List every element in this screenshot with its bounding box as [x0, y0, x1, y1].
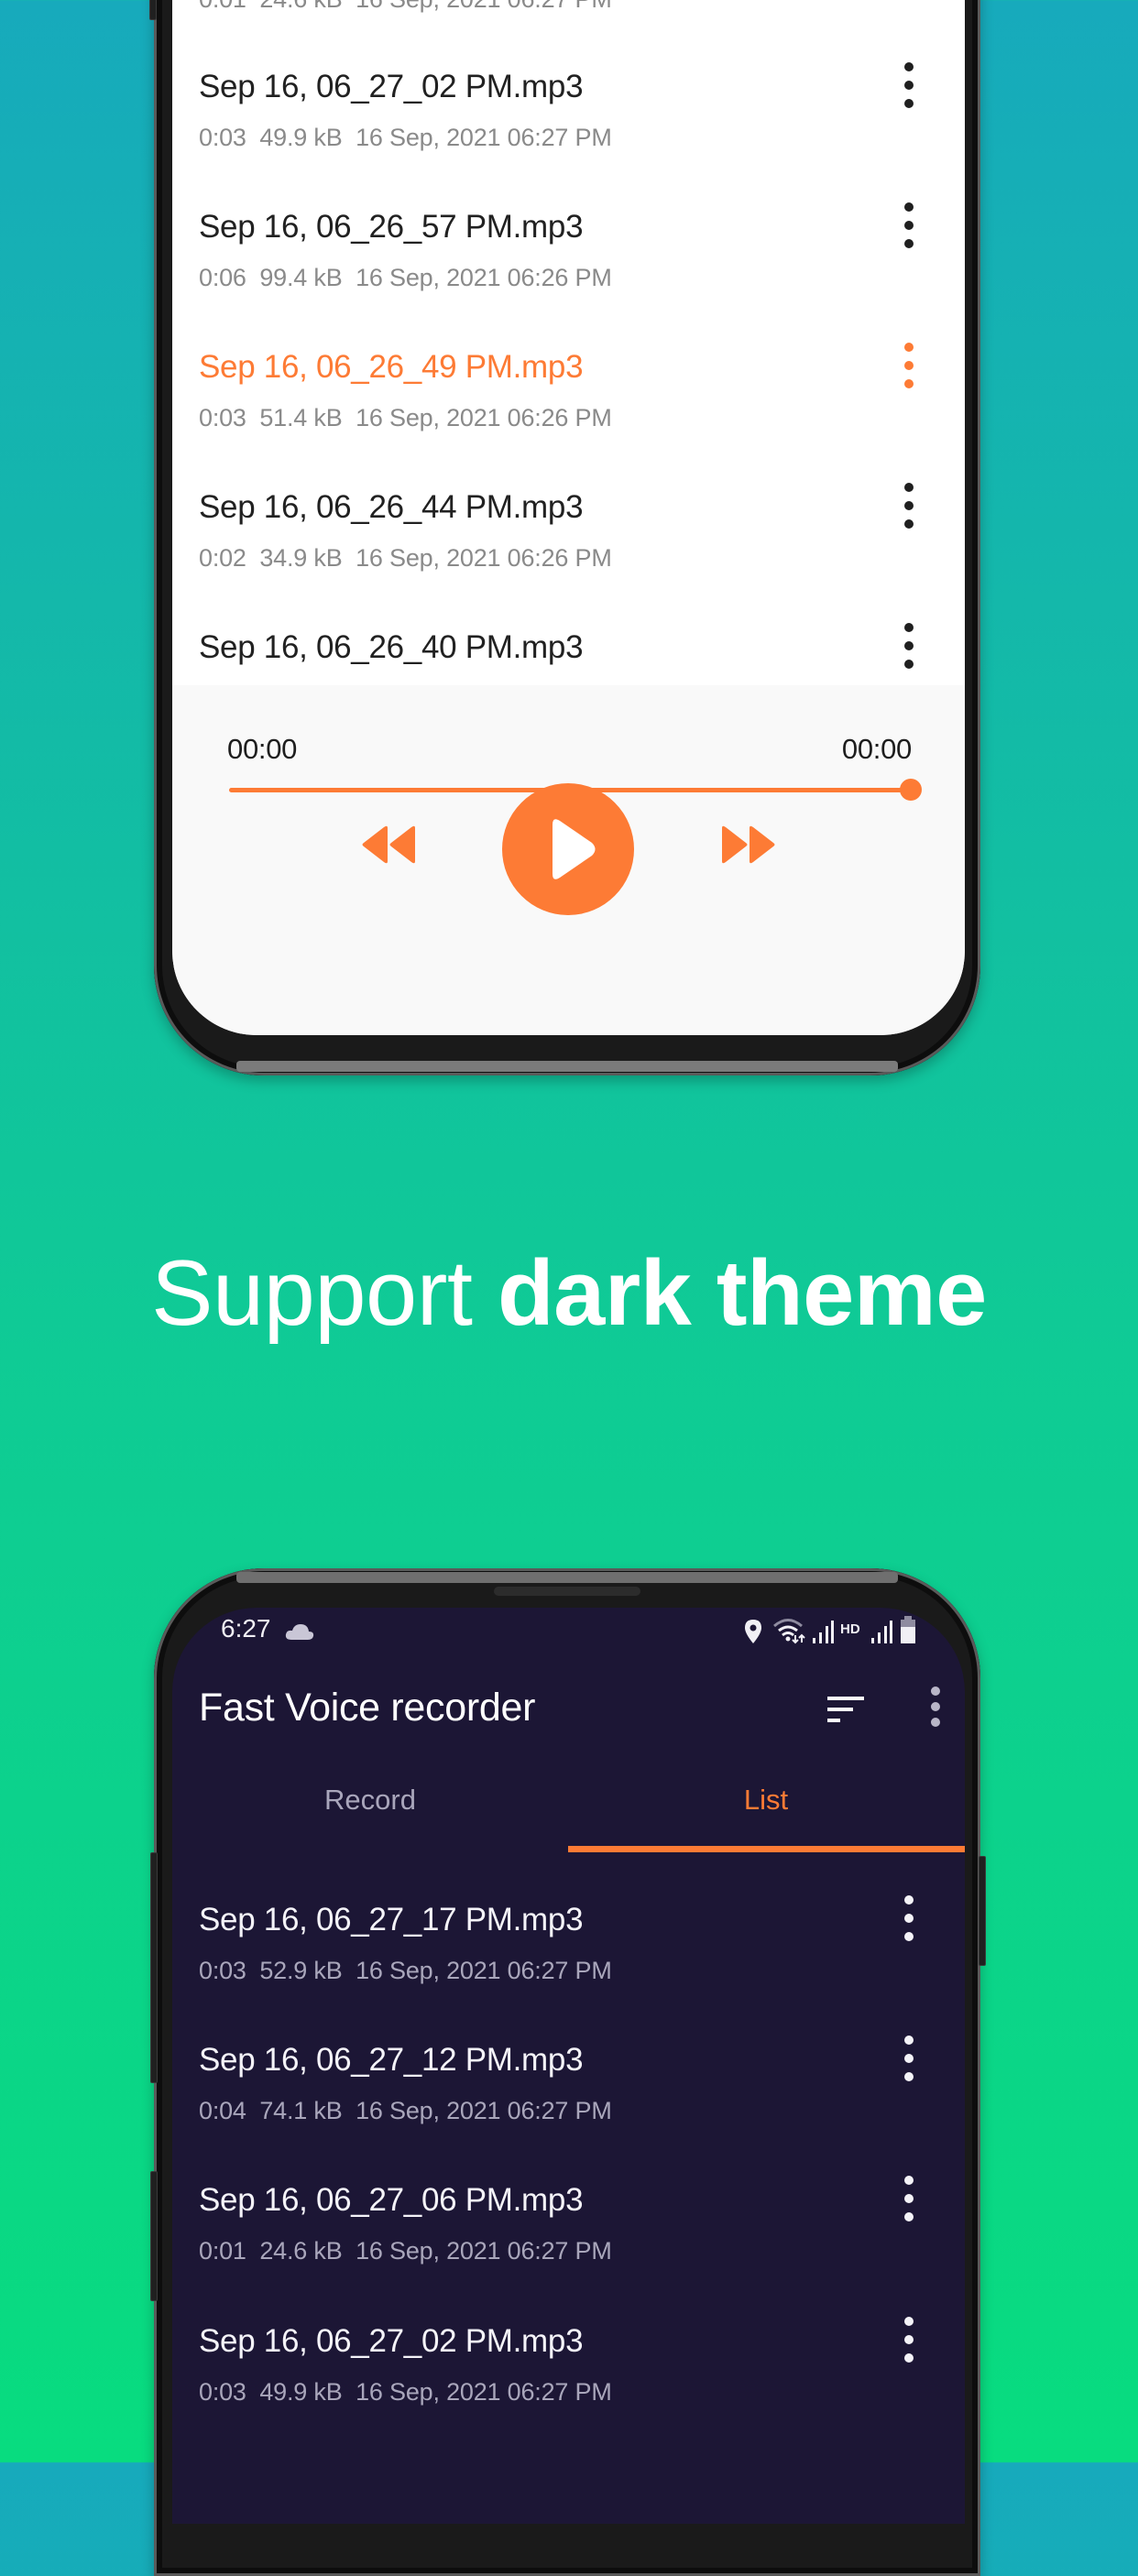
recording-meta: 0:04 74.1 kB 16 Sep, 2021 06:27 PM	[199, 2097, 612, 2124]
recording-name: Sep 16, 06_26_49 PM.mp3	[199, 349, 584, 385]
signal-icon	[871, 1621, 892, 1643]
more-vert-icon[interactable]	[896, 343, 922, 388]
power-button	[979, 1856, 986, 1966]
more-vert-icon[interactable]	[896, 1895, 922, 1941]
headline-bold: dark theme	[497, 1242, 987, 1345]
recording-name: Sep 16, 06_27_06 PM.mp3	[199, 2182, 584, 2218]
more-vert-icon[interactable]	[896, 62, 922, 108]
recording-row[interactable]: Sep 16, 06_26_57 PM.mp3 0:06 99.4 kB 16 …	[172, 191, 965, 331]
signal-icon	[813, 1621, 834, 1643]
partial-row-meta: 0:01 24.6 kB 16 Sep, 2021 06:27 PM	[199, 0, 612, 14]
side-button	[149, 0, 157, 20]
recording-name: Sep 16, 06_26_44 PM.mp3	[199, 489, 584, 525]
recording-row[interactable]: Sep 16, 06_26_44 PM.mp3 0:02 34.9 kB 16 …	[172, 471, 965, 611]
app-title: Fast Voice recorder	[199, 1686, 536, 1730]
recording-row[interactable]: Sep 16, 06_27_02 PM.mp3 0:03 49.9 kB 16 …	[172, 50, 965, 191]
light-phone-screen: 0:01 24.6 kB 16 Sep, 2021 06:27 PM Sep 1…	[172, 0, 965, 1035]
rewind-icon[interactable]	[360, 824, 419, 865]
recording-name: Sep 16, 06_27_17 PM.mp3	[199, 1902, 584, 1937]
battery-icon	[901, 1616, 915, 1643]
hd-voice-icon: HD	[840, 1621, 860, 1637]
bixby-button	[150, 2171, 158, 2301]
recording-name: Sep 16, 06_27_12 PM.mp3	[199, 2042, 584, 2078]
recording-row[interactable]: Sep 16, 06_27_17 PM.mp3 0:03 52.9 kB 16 …	[172, 1895, 965, 2042]
headline-light: Support	[151, 1242, 473, 1345]
status-time: 6:27	[221, 1614, 271, 1643]
more-vert-icon[interactable]	[896, 202, 922, 248]
sort-icon[interactable]	[826, 1695, 865, 1724]
recording-meta: 0:03 49.9 kB 16 Sep, 2021 06:27 PM	[199, 124, 612, 151]
headline: Support dark theme	[0, 1241, 1138, 1347]
recording-row[interactable]: Sep 16, 06_27_02 PM.mp3 0:03 49.9 kB 16 …	[172, 2317, 965, 2463]
recording-name: Sep 16, 06_27_02 PM.mp3	[199, 2323, 584, 2359]
recording-name: Sep 16, 06_26_57 PM.mp3	[199, 209, 584, 245]
total-duration: 00:00	[841, 733, 912, 765]
recording-meta: 0:03 51.4 kB 16 Sep, 2021 06:26 PM	[199, 404, 612, 431]
recording-row[interactable]: Sep 16, 06_27_12 PM.mp3 0:04 74.1 kB 16 …	[172, 2036, 965, 2182]
play-button[interactable]	[501, 782, 635, 916]
recording-meta: 0:03 49.9 kB 16 Sep, 2021 06:27 PM	[199, 2378, 612, 2406]
audio-player: 00:00 00:00	[172, 685, 965, 1035]
wifi-icon	[773, 1619, 805, 1644]
dark-phone-screen: 6:27 HD Fast Voice recorder Record List …	[172, 1608, 965, 2524]
more-vert-icon[interactable]	[896, 623, 922, 669]
fast-forward-icon[interactable]	[718, 824, 777, 865]
more-vert-icon[interactable]	[896, 2317, 922, 2363]
elapsed-time: 00:00	[227, 733, 298, 765]
speaker-grille	[494, 1587, 640, 1596]
more-vert-icon[interactable]	[923, 1686, 948, 1727]
recording-meta: 0:06 99.4 kB 16 Sep, 2021 06:26 PM	[199, 264, 612, 291]
recording-meta: 0:01 24.6 kB 16 Sep, 2021 06:27 PM	[199, 2237, 612, 2265]
recording-row-active[interactable]: Sep 16, 06_26_49 PM.mp3 0:03 51.4 kB 16 …	[172, 331, 965, 471]
more-vert-icon[interactable]	[896, 483, 922, 529]
seek-thumb[interactable]	[900, 779, 922, 801]
location-icon	[745, 1620, 761, 1643]
tab-indicator	[568, 1846, 965, 1852]
volume-button	[150, 1852, 158, 2083]
recording-meta: 0:03 52.9 kB 16 Sep, 2021 06:27 PM	[199, 1957, 612, 1984]
recording-name: Sep 16, 06_27_02 PM.mp3	[199, 69, 584, 104]
recording-meta: 0:02 34.9 kB 16 Sep, 2021 06:26 PM	[199, 544, 612, 572]
more-vert-icon[interactable]	[896, 2176, 922, 2221]
tab-list[interactable]: List	[568, 1784, 964, 1817]
recording-row[interactable]: Sep 16, 06_27_06 PM.mp3 0:01 24.6 kB 16 …	[172, 2176, 965, 2322]
more-vert-icon[interactable]	[896, 2036, 922, 2081]
tab-record[interactable]: Record	[172, 1784, 568, 1817]
cloud-icon	[285, 1624, 314, 1640]
recording-name: Sep 16, 06_26_40 PM.mp3	[199, 629, 584, 665]
